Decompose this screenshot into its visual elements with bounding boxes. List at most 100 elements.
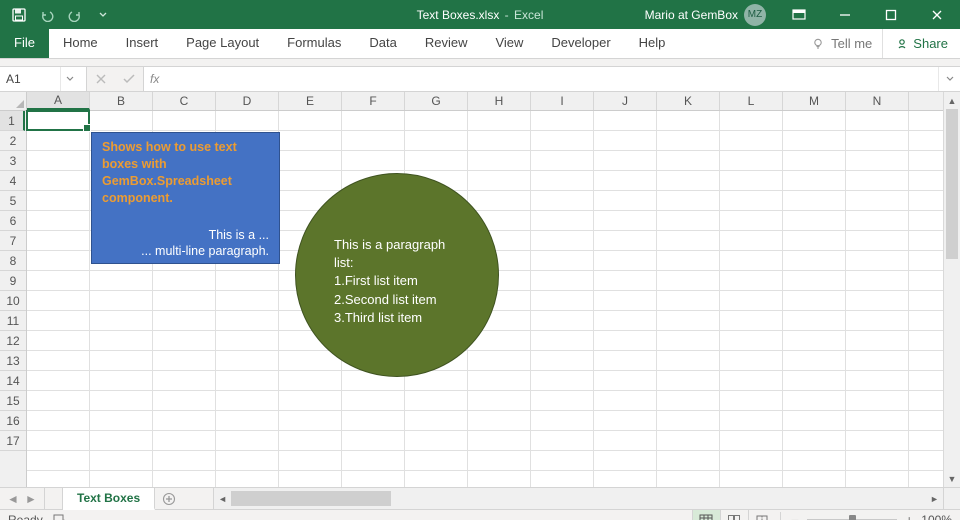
status-bar: Ready − + 100% (0, 509, 960, 520)
tab-formulas[interactable]: Formulas (273, 29, 355, 58)
zoom-value[interactable]: 100% (921, 513, 952, 520)
col-header[interactable]: A (27, 92, 90, 110)
textbox-shape-rect[interactable]: Shows how to use text boxes with GemBox.… (91, 132, 280, 264)
macro-record-icon[interactable] (53, 513, 67, 520)
file-tab[interactable]: File (0, 29, 49, 58)
sheet-tab-active[interactable]: Text Boxes (63, 488, 155, 510)
tab-data[interactable]: Data (355, 29, 410, 58)
filename: Text Boxes.xlsx (417, 8, 500, 22)
scroll-left-button[interactable]: ◄ (214, 494, 231, 504)
textbox-shape-oval[interactable]: This is a paragraph list: 1.First list i… (295, 173, 499, 377)
col-header[interactable]: M (783, 92, 846, 110)
fx-icon[interactable]: fx (150, 72, 159, 86)
name-box-dropdown[interactable] (60, 67, 78, 91)
col-header[interactable]: C (153, 92, 216, 110)
row-header[interactable]: 4 (0, 171, 26, 191)
scroll-thumb[interactable] (231, 491, 391, 506)
col-header[interactable]: G (405, 92, 468, 110)
row-header[interactable]: 8 (0, 251, 26, 271)
row-header[interactable]: 11 (0, 311, 26, 331)
save-button[interactable] (6, 3, 32, 27)
row-header[interactable]: 2 (0, 131, 26, 151)
col-header[interactable]: K (657, 92, 720, 110)
row-header[interactable]: 7 (0, 231, 26, 251)
cell-area[interactable]: Shows how to use text boxes with GemBox.… (27, 111, 943, 487)
maximize-button[interactable] (868, 0, 914, 29)
name-box[interactable] (0, 67, 87, 91)
tab-home[interactable]: Home (49, 29, 112, 58)
row-header[interactable]: 6 (0, 211, 26, 231)
row-header[interactable]: 14 (0, 371, 26, 391)
ribbon-display-button[interactable] (776, 0, 822, 29)
col-header[interactable]: H (468, 92, 531, 110)
row-header[interactable]: 1 (0, 111, 25, 131)
title-bar: Text Boxes.xlsx - Excel Mario at GemBox … (0, 0, 960, 29)
scroll-up-button[interactable]: ▲ (944, 92, 960, 109)
scroll-down-button[interactable]: ▼ (944, 470, 960, 487)
column-headers[interactable]: A B C D E F G H I J K L M N (27, 92, 943, 111)
sheet-nav-next[interactable]: ► (22, 488, 40, 509)
tab-developer[interactable]: Developer (537, 29, 624, 58)
user-avatar[interactable]: MZ (744, 4, 766, 26)
qat-customize-button[interactable] (90, 3, 116, 27)
row-header[interactable]: 12 (0, 331, 26, 351)
tab-help[interactable]: Help (625, 29, 680, 58)
col-header[interactable]: L (720, 92, 783, 110)
vertical-scrollbar[interactable]: ▲ ▼ (943, 92, 960, 487)
share-label: Share (913, 36, 948, 51)
user-name: Mario at GemBox (645, 8, 738, 22)
undo-button[interactable] (34, 3, 60, 27)
row-header[interactable]: 17 (0, 431, 26, 451)
name-box-input[interactable] (0, 72, 60, 86)
tell-me-search[interactable]: Tell me (801, 29, 882, 58)
col-header[interactable]: I (531, 92, 594, 110)
oval-text: This is a paragraph list: 1.First list i… (334, 236, 445, 327)
tell-me-label: Tell me (831, 36, 872, 51)
view-normal-button[interactable] (692, 510, 720, 520)
view-page-layout-button[interactable] (720, 510, 748, 520)
zoom-in-button[interactable]: + (905, 512, 913, 520)
minimize-button[interactable] (822, 0, 868, 29)
formula-input-area[interactable]: fx (144, 67, 938, 91)
row-header[interactable]: 15 (0, 391, 26, 411)
row-header[interactable]: 9 (0, 271, 26, 291)
sheet-nav-prev[interactable]: ◄ (4, 488, 22, 509)
horizontal-scrollbar[interactable]: ◄ ► (213, 488, 943, 509)
row-header[interactable]: 5 (0, 191, 26, 211)
row-header[interactable]: 13 (0, 351, 26, 371)
close-button[interactable] (914, 0, 960, 29)
tab-split-handle[interactable] (45, 488, 63, 509)
redo-button[interactable] (62, 3, 88, 27)
worksheet-grid[interactable]: A B C D E F G H I J K L M N 1 2 3 4 5 6 … (0, 92, 960, 487)
select-all-corner[interactable] (0, 92, 27, 111)
col-header[interactable]: F (342, 92, 405, 110)
col-header[interactable]: E (279, 92, 342, 110)
scroll-thumb[interactable] (946, 109, 958, 259)
tab-insert[interactable]: Insert (112, 29, 173, 58)
col-header[interactable]: N (846, 92, 909, 110)
tab-page-layout[interactable]: Page Layout (172, 29, 273, 58)
collapsed-ribbon (0, 59, 960, 67)
tab-review[interactable]: Review (411, 29, 482, 58)
view-switcher (692, 510, 776, 520)
row-header[interactable]: 3 (0, 151, 26, 171)
zoom-slider-knob[interactable] (849, 515, 856, 520)
zoom-out-button[interactable]: − (791, 512, 799, 520)
col-header[interactable]: J (594, 92, 657, 110)
expand-formula-bar-button[interactable] (938, 67, 960, 91)
formula-bar: fx (0, 67, 960, 92)
col-header[interactable]: D (216, 92, 279, 110)
col-header[interactable]: B (90, 92, 153, 110)
tab-view[interactable]: View (481, 29, 537, 58)
row-headers[interactable]: 1 2 3 4 5 6 7 8 9 10 11 12 13 14 15 16 1… (0, 111, 27, 487)
selected-cell-outline (26, 110, 90, 131)
row-header[interactable]: 16 (0, 411, 26, 431)
textbox-paragraph: This is a ... ... multi-line paragraph. (102, 227, 269, 261)
new-sheet-button[interactable] (155, 488, 183, 509)
share-icon (895, 37, 909, 51)
share-button[interactable]: Share (882, 29, 960, 58)
scroll-right-button[interactable]: ► (926, 494, 943, 504)
enter-formula-button (115, 67, 143, 91)
view-page-break-button[interactable] (748, 510, 776, 520)
row-header[interactable]: 10 (0, 291, 26, 311)
